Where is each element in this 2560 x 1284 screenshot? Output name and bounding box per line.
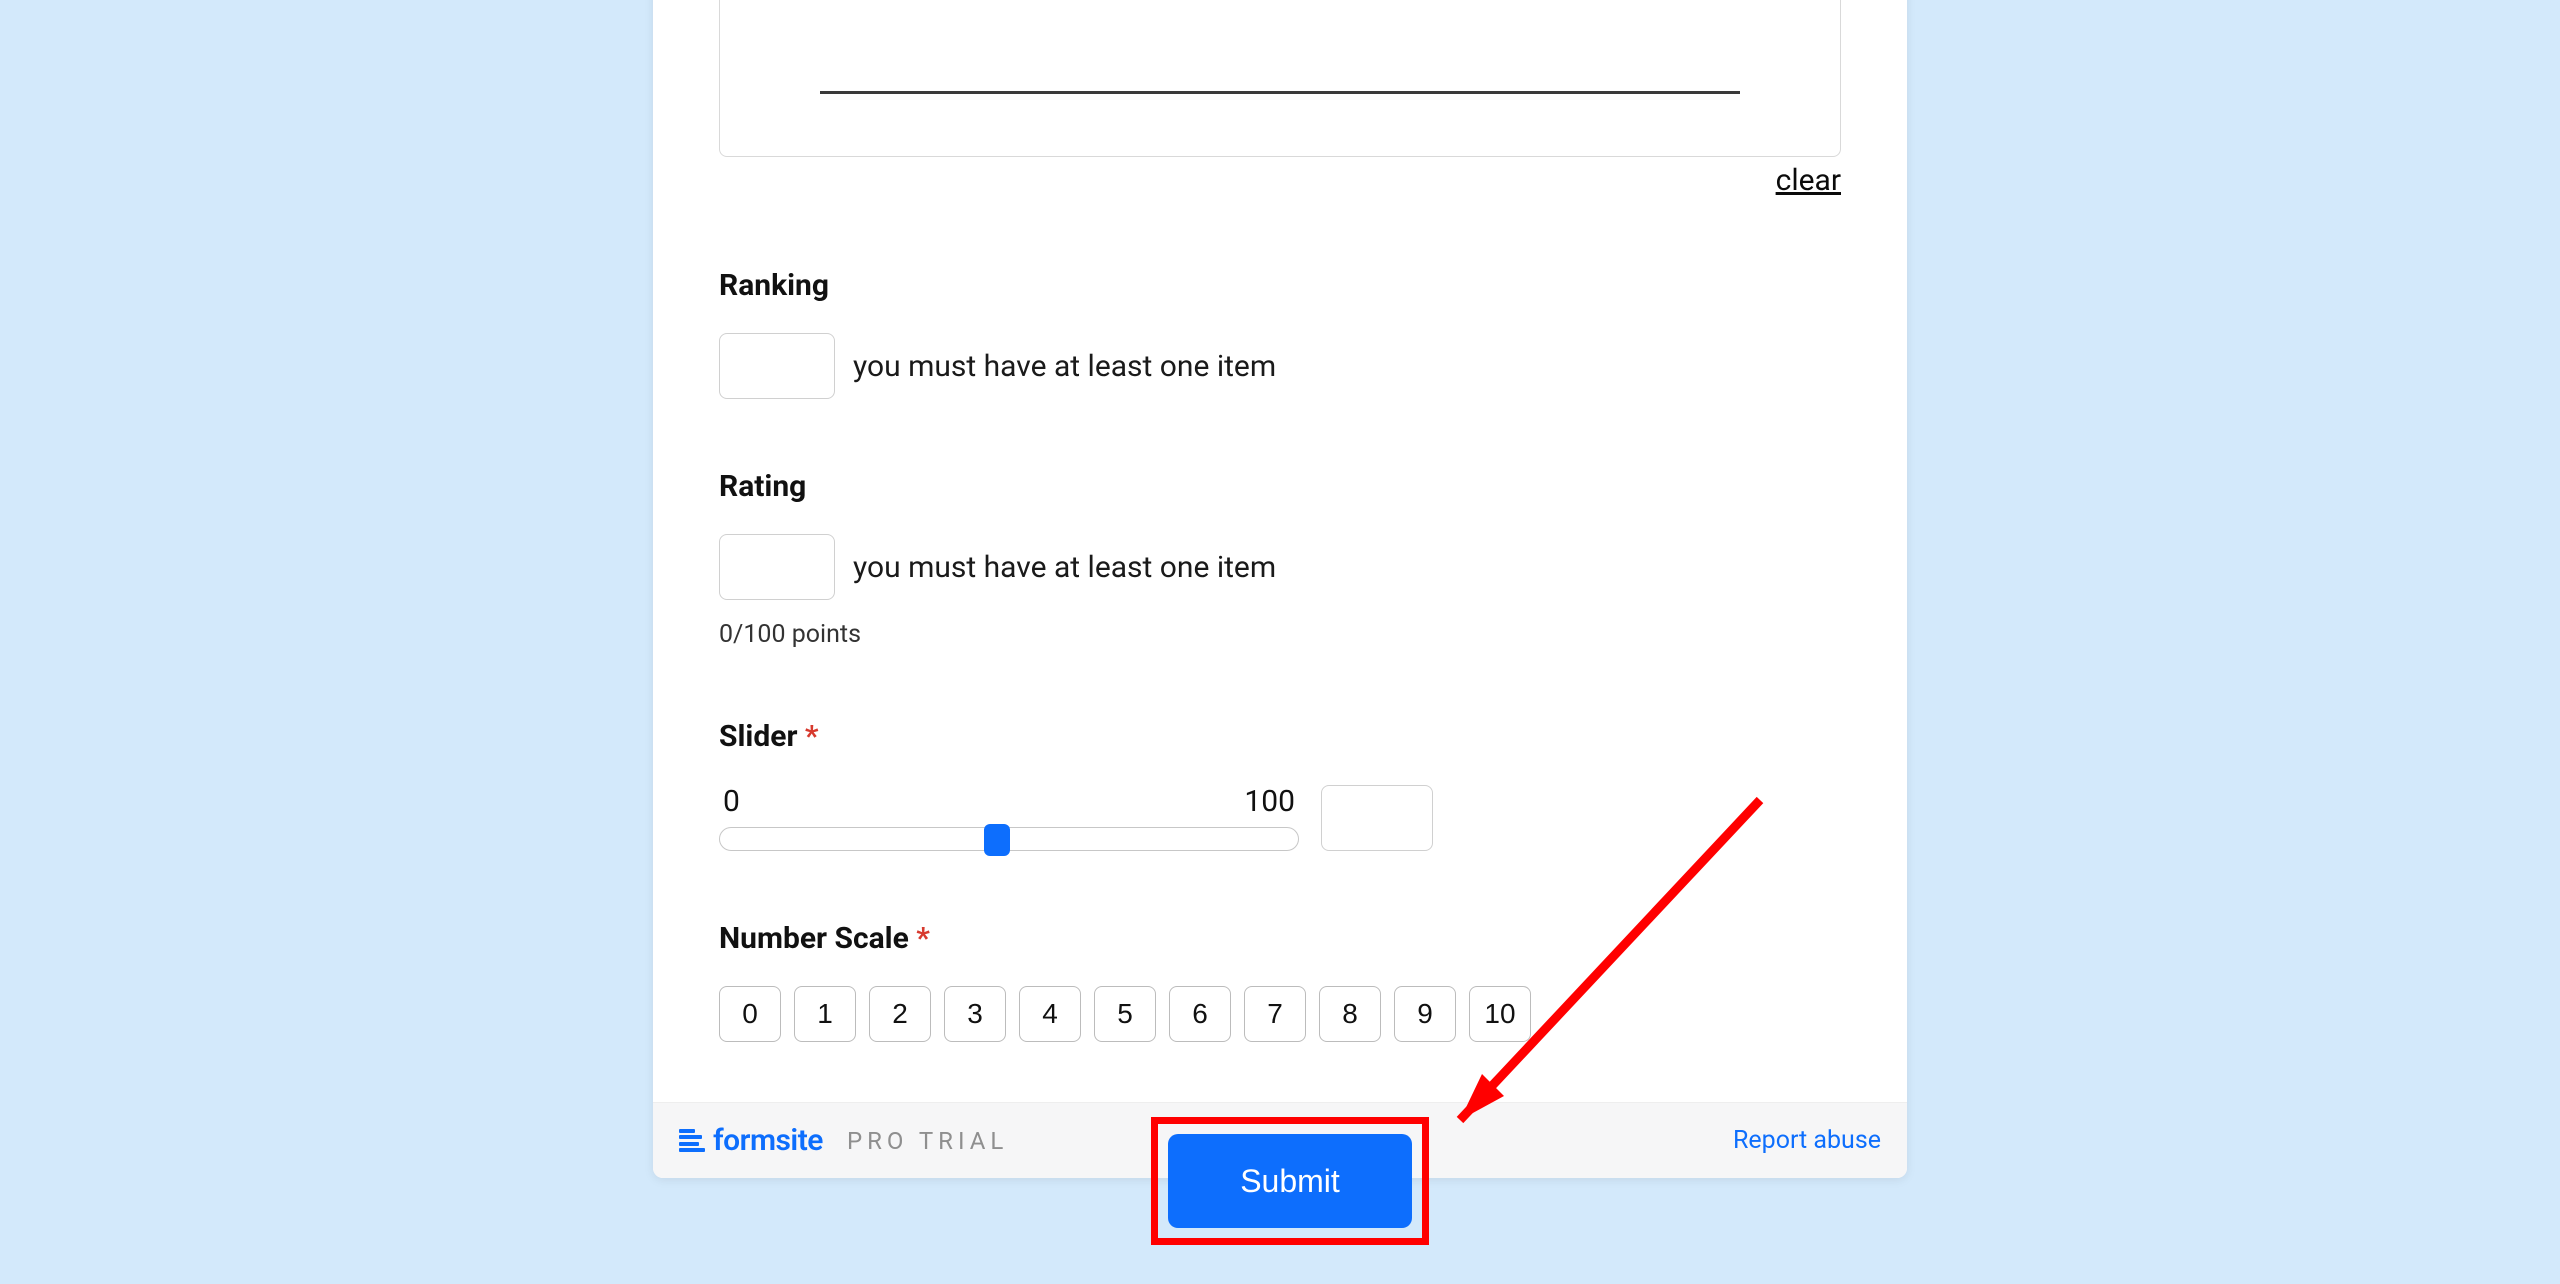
rating-hint: you must have at least one item [853, 550, 1276, 585]
slider-wrapper: 0 100 [719, 784, 1299, 851]
slider-thumb[interactable] [984, 824, 1010, 856]
ranking-row: you must have at least one item [719, 333, 1841, 399]
rating-input[interactable] [719, 534, 835, 600]
rating-points: 0/100 points [719, 620, 1841, 649]
form-card: clear Ranking you must have at least one… [653, 0, 1907, 1178]
slider-row: 0 100 [719, 784, 1841, 851]
signature-clear-wrap: clear [719, 163, 1841, 198]
brand: formsite PRO TRIAL [679, 1123, 1008, 1158]
clear-link[interactable]: clear [1776, 163, 1841, 198]
slider-label-wrap: Slider * [719, 719, 1841, 754]
number-scale-option[interactable]: 2 [869, 986, 931, 1042]
slider-min-label: 0 [723, 784, 740, 819]
rating-label: Rating [719, 469, 1841, 504]
slider-range-labels: 0 100 [719, 784, 1299, 819]
slider-max-label: 100 [1244, 784, 1295, 819]
number-scale-option[interactable]: 3 [944, 986, 1006, 1042]
formsite-icon [679, 1129, 705, 1153]
number-scale-option[interactable]: 0 [719, 986, 781, 1042]
number-scale-option[interactable]: 5 [1094, 986, 1156, 1042]
slider-group: Slider * 0 100 [719, 719, 1841, 851]
brand-name: formsite [713, 1123, 823, 1158]
required-star: * [805, 719, 819, 754]
signature-line [820, 91, 1740, 94]
ranking-label: Ranking [719, 268, 1841, 303]
number-scale-option[interactable]: 4 [1019, 986, 1081, 1042]
required-star: * [916, 921, 930, 956]
ranking-group: Ranking you must have at least one item [719, 268, 1841, 399]
signature-box[interactable] [719, 0, 1841, 157]
number-scale-label: Number Scale [719, 921, 909, 956]
brand-logo[interactable]: formsite [679, 1123, 823, 1158]
number-scale-group: Number Scale * 012345678910 [719, 921, 1841, 1042]
slider-label: Slider [719, 719, 797, 754]
number-scale-option[interactable]: 8 [1319, 986, 1381, 1042]
number-scale-label-wrap: Number Scale * [719, 921, 1841, 956]
number-scale-row: 012345678910 [719, 986, 1841, 1042]
slider-track[interactable] [719, 827, 1299, 851]
number-scale-option[interactable]: 7 [1244, 986, 1306, 1042]
number-scale-option[interactable]: 1 [794, 986, 856, 1042]
rating-group: Rating you must have at least one item 0… [719, 469, 1841, 649]
ranking-hint: you must have at least one item [853, 349, 1276, 384]
rating-row: you must have at least one item [719, 534, 1841, 600]
slider-value-input[interactable] [1321, 785, 1433, 851]
report-abuse-link[interactable]: Report abuse [1733, 1126, 1881, 1155]
number-scale-option[interactable]: 10 [1469, 986, 1531, 1042]
number-scale-option[interactable]: 6 [1169, 986, 1231, 1042]
ranking-input[interactable] [719, 333, 835, 399]
plan-label: PRO TRIAL [847, 1127, 1008, 1155]
form-body: clear Ranking you must have at least one… [653, 0, 1907, 1102]
number-scale-option[interactable]: 9 [1394, 986, 1456, 1042]
submit-button[interactable]: Submit [1168, 1134, 1412, 1228]
